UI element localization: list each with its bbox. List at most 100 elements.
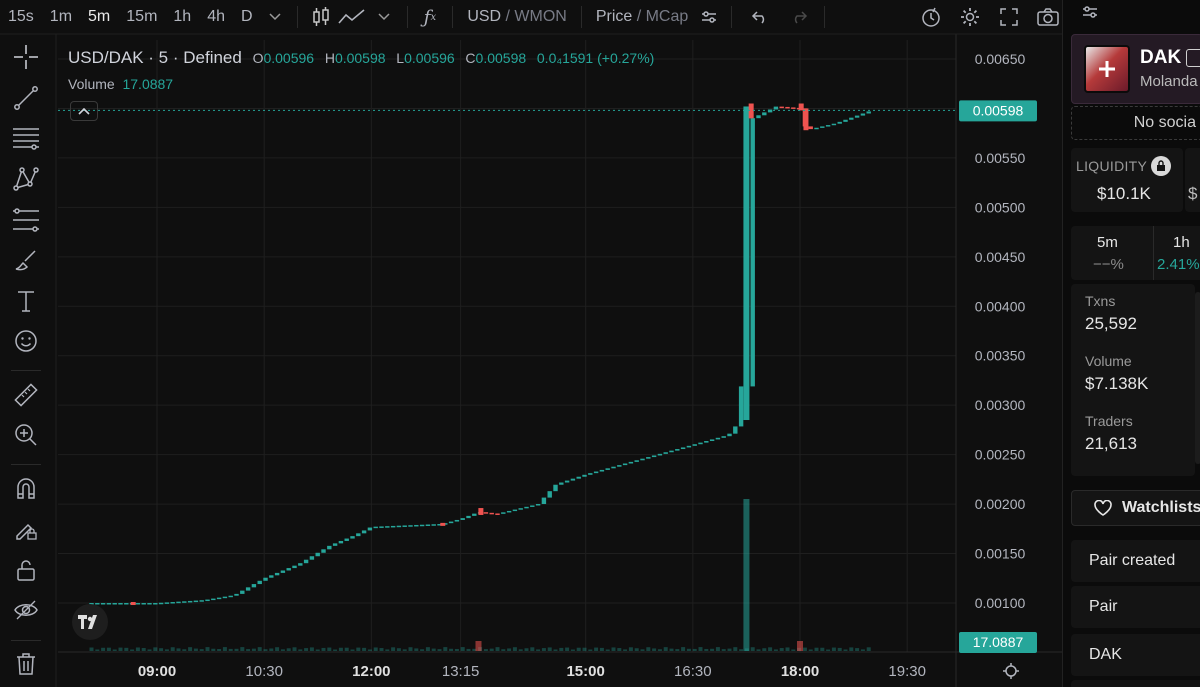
- price-candle[interactable]: [106, 603, 112, 605]
- price-candle[interactable]: [599, 469, 605, 472]
- price-candle[interactable]: [460, 518, 465, 520]
- price-candle[interactable]: [257, 580, 262, 585]
- tf1-label[interactable]: 5m: [1097, 234, 1118, 251]
- price-candle[interactable]: [704, 441, 709, 443]
- price-candle[interactable]: [228, 595, 233, 598]
- price-candle[interactable]: [756, 115, 761, 119]
- price-candle[interactable]: [234, 593, 239, 596]
- price-candle[interactable]: [617, 465, 622, 467]
- price-candle[interactable]: [570, 478, 576, 481]
- price-candle[interactable]: [269, 575, 274, 578]
- price-candle[interactable]: [773, 106, 779, 110]
- price-candle[interactable]: [135, 603, 141, 605]
- price-candle[interactable]: [715, 437, 721, 440]
- price-candle[interactable]: [419, 524, 425, 527]
- price-candle[interactable]: [680, 447, 686, 450]
- price-candle[interactable]: [466, 515, 471, 519]
- tradingview-logo-icon[interactable]: [72, 604, 108, 640]
- price-candle[interactable]: [750, 118, 755, 387]
- price-candle[interactable]: [779, 106, 784, 109]
- price-candle[interactable]: [158, 602, 164, 605]
- price-candle[interactable]: [216, 597, 222, 600]
- stats-scrollbar[interactable]: [1195, 292, 1200, 464]
- price-candle-down[interactable]: [798, 103, 804, 111]
- price-candle[interactable]: [396, 525, 402, 528]
- price-candle-down[interactable]: [803, 108, 809, 131]
- price-candle[interactable]: [820, 126, 825, 128]
- price-candle[interactable]: [646, 457, 651, 459]
- watchlist-button[interactable]: Watchlists: [1071, 490, 1200, 526]
- price-candle[interactable]: [292, 565, 297, 569]
- price-candle[interactable]: [698, 442, 703, 445]
- price-candle[interactable]: [379, 526, 384, 528]
- price-candle[interactable]: [605, 468, 610, 470]
- price-candle[interactable]: [530, 505, 535, 507]
- price-candle[interactable]: [286, 568, 291, 571]
- price-candle[interactable]: [831, 123, 837, 126]
- price-candle-down[interactable]: [440, 522, 446, 526]
- price-candle[interactable]: [582, 474, 587, 477]
- price-candle[interactable]: [164, 602, 170, 604]
- price-candle[interactable]: [657, 453, 663, 456]
- price-candle[interactable]: [147, 603, 152, 605]
- copy-icon[interactable]: [1186, 49, 1200, 67]
- price-candle[interactable]: [814, 127, 819, 130]
- price-candle[interactable]: [408, 525, 413, 527]
- price-candle[interactable]: [367, 527, 373, 531]
- price-candle[interactable]: [709, 439, 715, 442]
- price-candle[interactable]: [193, 600, 199, 603]
- price-candle[interactable]: [727, 433, 732, 437]
- price-candle[interactable]: [402, 525, 407, 527]
- price-candle[interactable]: [593, 471, 599, 474]
- price-candle[interactable]: [170, 602, 175, 604]
- price-candle[interactable]: [251, 584, 257, 588]
- price-candle[interactable]: [240, 590, 245, 594]
- price-candle[interactable]: [385, 526, 390, 528]
- price-candle[interactable]: [211, 598, 216, 601]
- price-candle[interactable]: [849, 117, 854, 120]
- price-candle[interactable]: [414, 524, 419, 527]
- price-candle[interactable]: [663, 452, 668, 454]
- price-candle[interactable]: [854, 115, 860, 118]
- price-candle[interactable]: [541, 497, 547, 505]
- price-candle[interactable]: [315, 552, 320, 557]
- price-candle[interactable]: [553, 484, 558, 492]
- price-candle[interactable]: [274, 572, 280, 576]
- price-candle[interactable]: [738, 386, 744, 427]
- price-candle[interactable]: [431, 524, 436, 526]
- price-candle[interactable]: [837, 121, 842, 124]
- price-candle[interactable]: [303, 559, 309, 564]
- price-candle[interactable]: [785, 106, 790, 109]
- price-candle[interactable]: [483, 512, 489, 514]
- price-candle[interactable]: [675, 449, 680, 451]
- price-candle[interactable]: [564, 480, 570, 483]
- price-candle[interactable]: [524, 506, 529, 509]
- price-candle[interactable]: [692, 444, 697, 446]
- price-candle[interactable]: [425, 524, 431, 526]
- price-candle[interactable]: [634, 460, 639, 462]
- price-candle[interactable]: [825, 125, 831, 127]
- price-candle[interactable]: [100, 603, 106, 605]
- price-candle[interactable]: [141, 603, 146, 605]
- price-candle[interactable]: [182, 601, 187, 603]
- price-candle[interactable]: [611, 466, 616, 469]
- price-candle[interactable]: [860, 113, 866, 116]
- price-candle-down[interactable]: [478, 508, 484, 515]
- price-candle[interactable]: [344, 538, 349, 541]
- price-candle[interactable]: [309, 556, 315, 560]
- price-candle[interactable]: [640, 458, 645, 461]
- price-candle[interactable]: [263, 577, 268, 581]
- price-candle[interactable]: [118, 603, 123, 605]
- price-candle[interactable]: [576, 476, 581, 479]
- price-candle[interactable]: [332, 543, 338, 546]
- price-candle[interactable]: [628, 461, 634, 464]
- price-candle[interactable]: [501, 512, 506, 514]
- tf2-label[interactable]: 1h: [1173, 234, 1190, 251]
- price-candle[interactable]: [350, 536, 355, 539]
- price-candle[interactable]: [205, 599, 210, 602]
- price-candle[interactable]: [472, 513, 477, 516]
- collapse-legend-button[interactable]: [70, 101, 98, 121]
- price-candle[interactable]: [245, 587, 251, 591]
- price-candle[interactable]: [559, 482, 564, 485]
- price-candle[interactable]: [373, 526, 378, 529]
